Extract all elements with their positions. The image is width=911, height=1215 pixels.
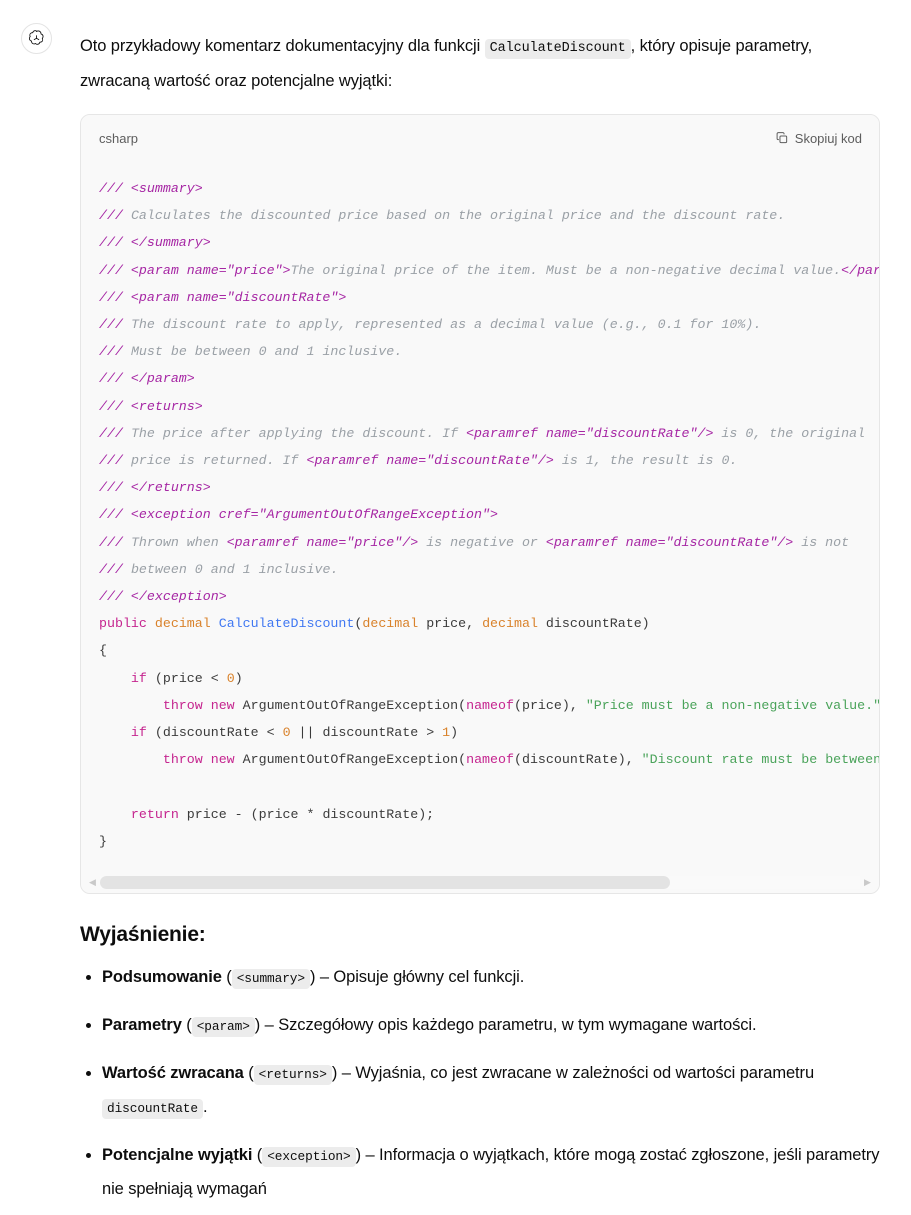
list-item: Potencjalne wyjątki (<exception>) – Info… (86, 1139, 880, 1206)
code-block-header: csharp Skopiuj kod (81, 115, 879, 161)
scrollbar-thumb[interactable] (100, 875, 670, 889)
copy-icon (776, 132, 787, 144)
message-body: Oto przykładowy komentarz dokumentacyjny… (80, 0, 880, 1215)
inline-code-returns-tag: <returns> (253, 1065, 332, 1085)
explanation-title: Wyjaśnienie: (80, 923, 206, 946)
code-language-label: csharp (99, 130, 139, 146)
inline-code-exception-tag: <exception> (262, 1147, 356, 1167)
intro-text-before: Oto przykładowy komentarz dokumentacyjny… (80, 37, 481, 55)
explanation-list: Podsumowanie (<summary>) – Opisuje główn… (80, 961, 880, 1206)
inline-code-param-tag: <param> (191, 1017, 255, 1037)
code-content: /// <summary> /// Calculates the discoun… (99, 181, 879, 849)
explanation-term: Wartość zwracana (102, 1064, 244, 1082)
explanation-term: Podsumowanie (102, 968, 222, 986)
scroll-right-arrow-icon[interactable]: ▶ (863, 877, 872, 887)
explanation-desc-tail: . (202, 1098, 208, 1116)
copy-code-button[interactable]: Skopiuj kod (775, 131, 862, 146)
assistant-avatar (21, 23, 52, 54)
intro-paragraph: Oto przykładowy komentarz dokumentacyjny… (80, 0, 880, 98)
inline-code-calculatediscount: CalculateDiscount (484, 39, 631, 59)
inline-code-discountrate: discountRate (102, 1099, 203, 1119)
code-scroll-area[interactable]: /// <summary> /// Calculates the discoun… (81, 161, 879, 871)
explanation-term: Parametry (102, 1016, 182, 1034)
copy-code-label: Skopiuj kod (794, 130, 862, 146)
explanation-desc: – Szczegółowy opis każdego parametru, w … (264, 1016, 757, 1034)
code-block: csharp Skopiuj kod /// <summary> /// Cal… (80, 114, 880, 894)
list-item: Wartość zwracana (<returns>) – Wyjaśnia,… (86, 1057, 880, 1125)
code-horizontal-scrollbar[interactable]: ◀ ▶ (81, 871, 879, 893)
list-item: Podsumowanie (<summary>) – Opisuje główn… (86, 961, 880, 995)
explanation-term: Potencjalne wyjątki (102, 1146, 253, 1164)
explanation-desc: – Opisuje główny cel funkcji. (319, 968, 525, 986)
explanation-desc: – Wyjaśnia, co jest zwracane w zależnośc… (341, 1064, 815, 1082)
chat-message-page: Oto przykładowy komentarz dokumentacyjny… (0, 0, 911, 1215)
inline-code-summary-tag: <summary> (231, 969, 310, 989)
chatgpt-logo-icon (29, 30, 44, 45)
list-item: Parametry (<param>) – Szczegółowy opis k… (86, 1009, 880, 1043)
scroll-left-arrow-icon[interactable]: ◀ (88, 877, 97, 887)
scrollbar-track[interactable] (100, 875, 860, 889)
